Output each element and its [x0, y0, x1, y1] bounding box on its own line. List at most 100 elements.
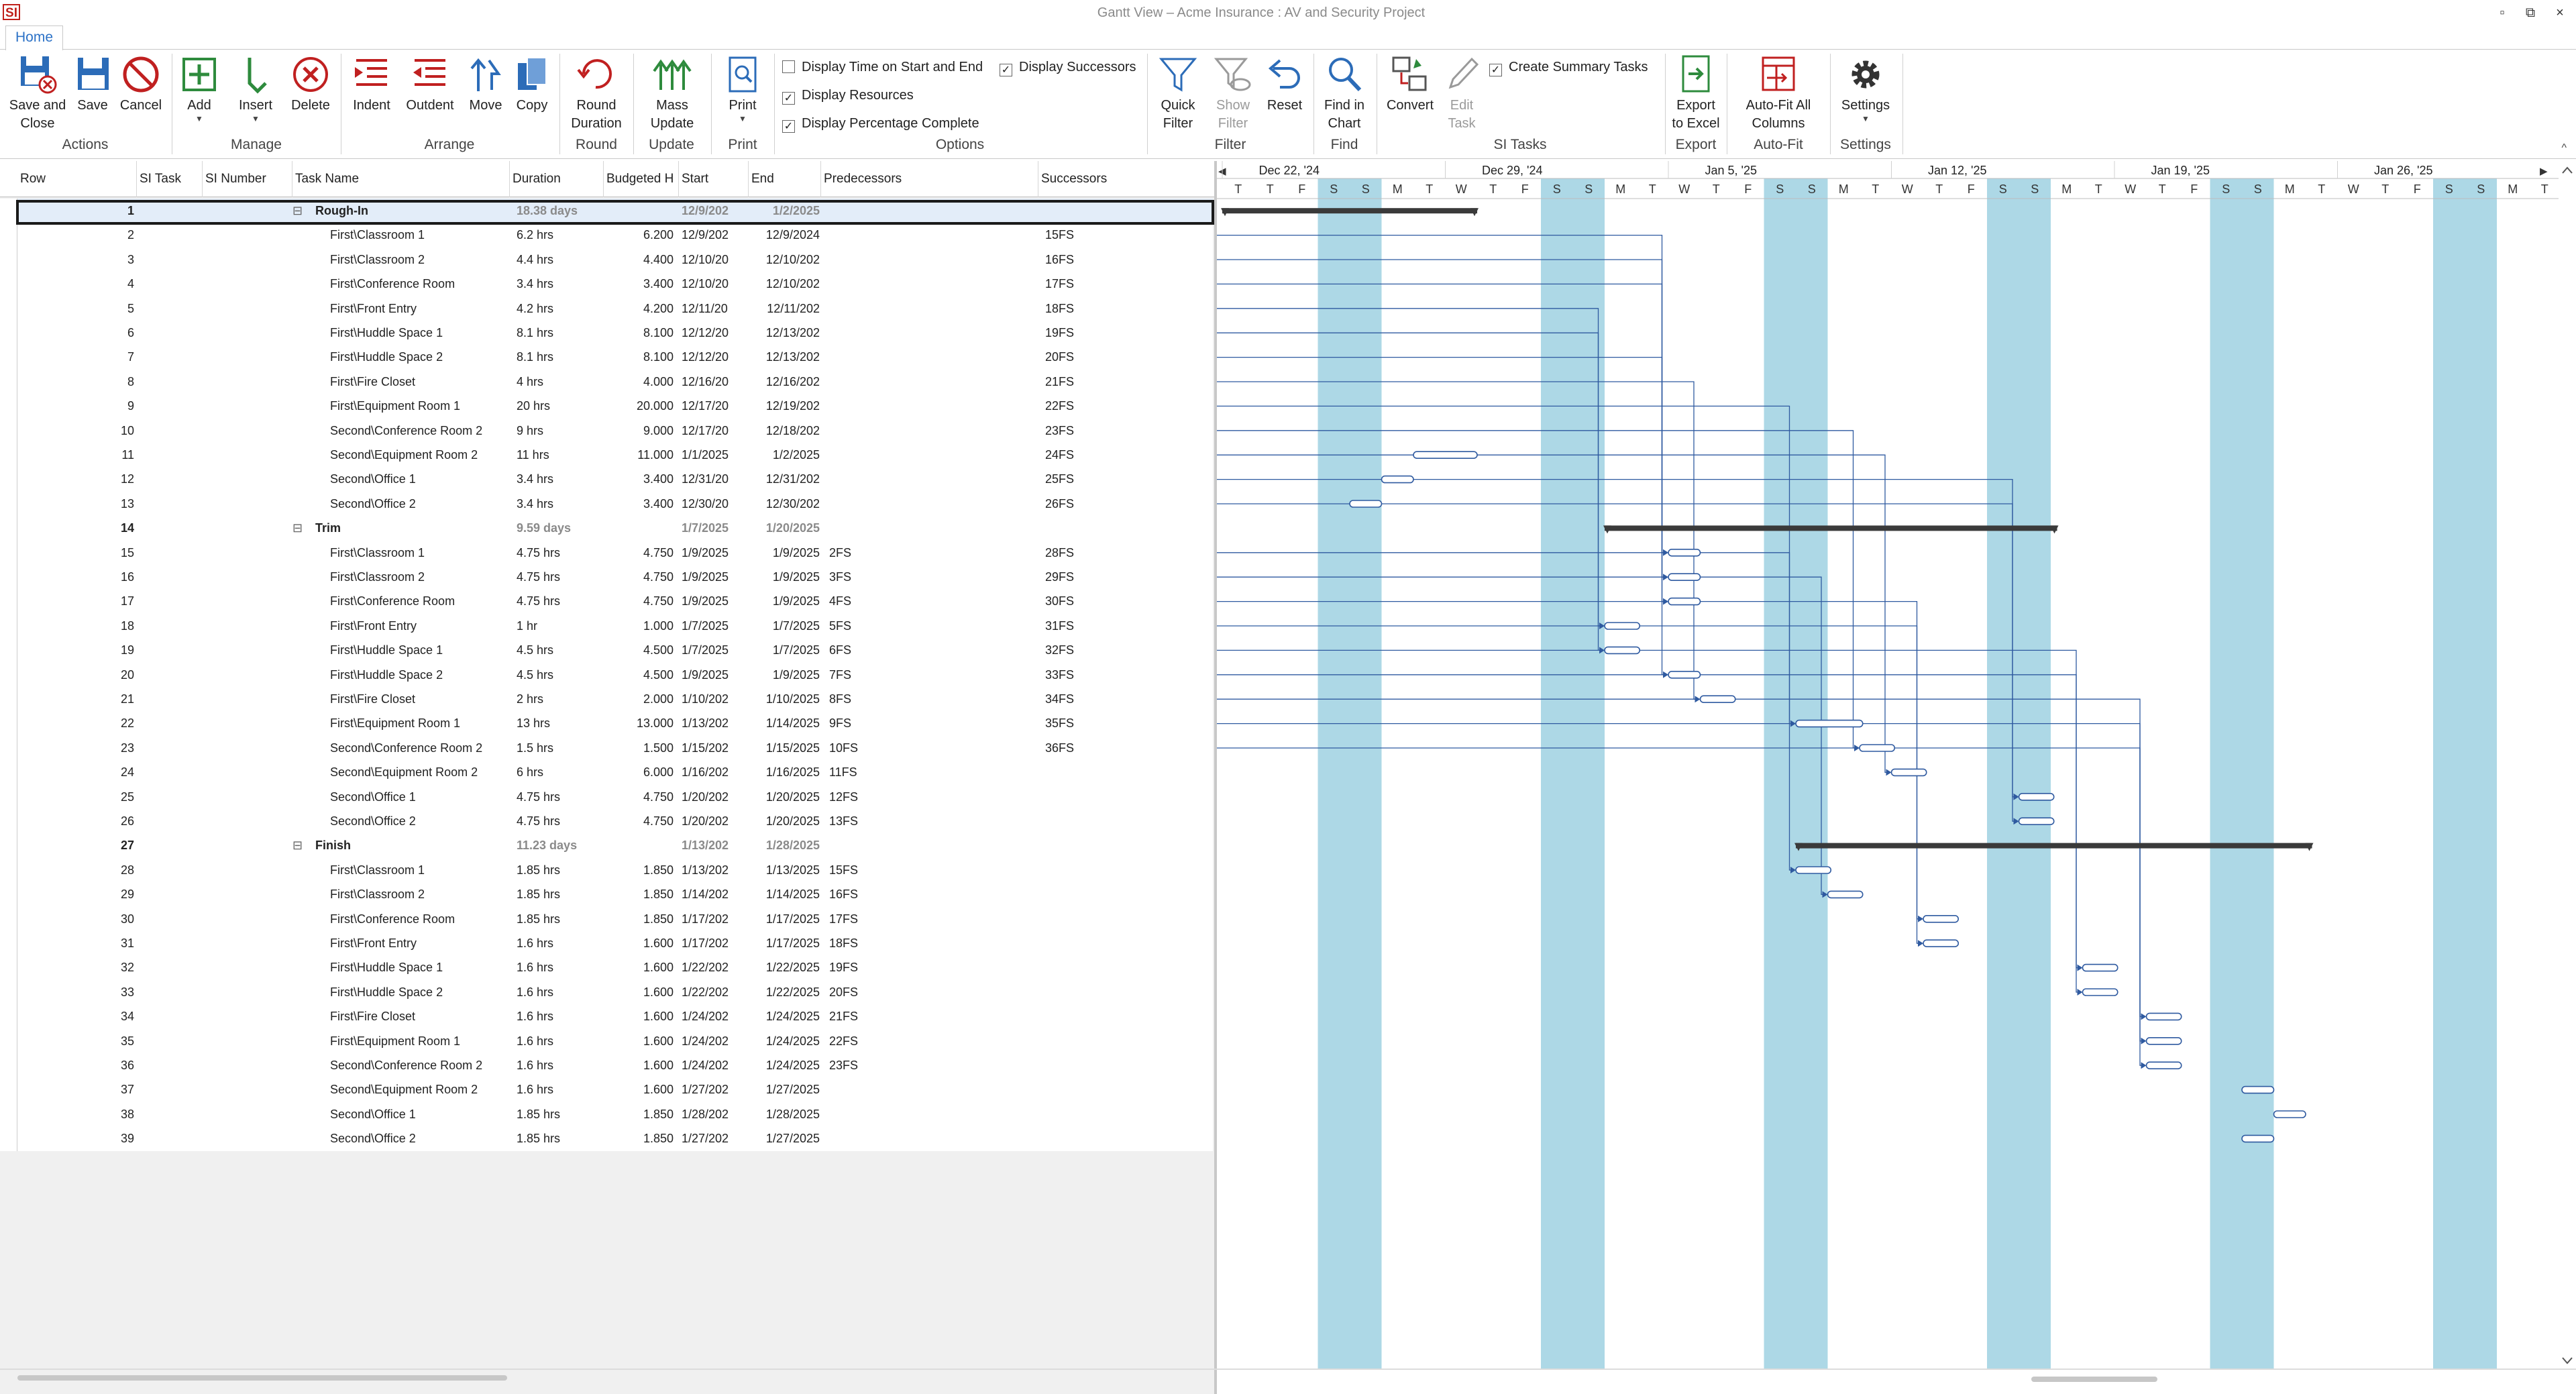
collapse-icon[interactable]: ⊟: [292, 199, 309, 223]
table-row[interactable]: 2 First\Classroom 1 6.2 hrs 6.200 12/9/202 12…: [17, 223, 1213, 248]
table-row[interactable]: 22 First\Equipment Room 1 13 hrs 13.000 1/13…: [17, 711, 1213, 736]
table-row[interactable]: 8 First\Fire Closet 4 hrs 4.000 12/16/20 12/1…: [17, 369, 1213, 394]
ribbon-collapse-icon[interactable]: ^: [2561, 142, 2567, 154]
option-display-time[interactable]: Display Time on Start and End: [782, 58, 983, 76]
predecessors-cell: [829, 516, 1030, 540]
table-row[interactable]: 24 Second\Equipment Room 2 6 hrs 6.000 1/16/…: [17, 760, 1213, 785]
end-cell: 1/22/2025: [765, 961, 820, 975]
column-header-duration[interactable]: Duration: [510, 161, 604, 197]
mass-update-button[interactable]: Mass Update: [639, 54, 706, 133]
table-row[interactable]: 3 First\Classroom 2 4.4 hrs 4.400 12/10/20 12…: [17, 247, 1213, 272]
show-filter-button[interactable]: Show Filter: [1208, 54, 1258, 133]
close-button[interactable]: ×: [2546, 3, 2573, 23]
gantt-horizontal-scrollbar[interactable]: [2031, 1377, 2157, 1382]
save-button[interactable]: Save: [72, 54, 113, 115]
checkbox-display-successors[interactable]: ✓: [1000, 64, 1012, 76]
round-duration-button[interactable]: Round Duration: [564, 54, 629, 133]
column-header-si-number[interactable]: SI Number: [203, 161, 292, 197]
checkbox-display-percent[interactable]: ✓: [782, 120, 795, 133]
column-header-row[interactable]: Row: [17, 161, 137, 197]
collapse-icon[interactable]: ⊟: [292, 833, 309, 857]
table-row[interactable]: 11 Second\Equipment Room 2 11 hrs 11.000 1/1…: [17, 443, 1213, 468]
copy-button[interactable]: Copy: [510, 54, 554, 115]
option-display-resources[interactable]: ✓ Display Resources: [782, 86, 914, 105]
add-button[interactable]: Add ▼: [176, 54, 223, 123]
reset-button[interactable]: Reset: [1263, 54, 1307, 115]
insert-button[interactable]: Insert ▼: [231, 54, 280, 123]
table-row[interactable]: 39 Second\Office 2 1.85 hrs 1.850 1/27/202 1/…: [17, 1126, 1213, 1151]
table-row[interactable]: 23 Second\Conference Room 2 1.5 hrs 1.500 1/…: [17, 735, 1213, 761]
table-row[interactable]: 15 First\Classroom 1 4.75 hrs 4.750 1/9/2025…: [17, 540, 1213, 565]
column-header-predecessors[interactable]: Predecessors: [821, 161, 1038, 197]
table-row[interactable]: 38 Second\Office 1 1.85 hrs 1.850 1/28/202 1/…: [17, 1102, 1213, 1127]
table-row[interactable]: 32 First\Huddle Space 1 1.6 hrs 1.600 1/22/2…: [17, 955, 1213, 980]
cancel-button[interactable]: Cancel: [115, 54, 166, 115]
scroll-up-icon[interactable]: [2562, 166, 2573, 174]
table-row[interactable]: 25 Second\Office 1 4.75 hrs 4.750 1/20/202 1/…: [17, 784, 1213, 809]
table-row[interactable]: 19 First\Huddle Space 1 4.5 hrs 4.500 1/7/20…: [17, 638, 1213, 663]
end-cell: 1/7/2025: [772, 643, 820, 657]
table-row[interactable]: 34 First\Fire Closet 1.6 hrs 1.600 1/24/202 1…: [17, 1004, 1213, 1029]
settings-button[interactable]: Settings ▼: [1835, 54, 1896, 123]
row-selector-bar[interactable]: [0, 199, 17, 1151]
table-row[interactable]: 36 Second\Conference Room 2 1.6 hrs 1.600 1/…: [17, 1053, 1213, 1078]
table-row[interactable]: 35 First\Equipment Room 1 1.6 hrs 1.600 1/24…: [17, 1028, 1213, 1053]
tab-home[interactable]: Home: [5, 25, 63, 50]
table-row[interactable]: 6 First\Huddle Space 1 8.1 hrs 8.100 12/12/2…: [17, 321, 1213, 345]
day-label: T: [1935, 182, 1943, 196]
column-header-start[interactable]: Start: [679, 161, 749, 197]
table-row[interactable]: 26 Second\Office 2 4.75 hrs 4.750 1/20/202 1/…: [17, 809, 1213, 834]
grid-horizontal-scrollbar[interactable]: [17, 1375, 507, 1381]
scroll-down-icon[interactable]: [2562, 1357, 2573, 1364]
checkbox-display-time[interactable]: [782, 60, 795, 73]
table-row[interactable]: 1 ⊟ Rough-In 18.38 days 12/9/202 1/2/2025: [17, 199, 1213, 223]
table-row[interactable]: 37 Second\Equipment Room 2 1.6 hrs 1.600 1/2…: [17, 1077, 1213, 1102]
quick-filter-button[interactable]: Quick Filter: [1151, 54, 1205, 133]
delete-button[interactable]: Delete: [286, 54, 335, 115]
column-header-end[interactable]: End: [749, 161, 821, 197]
move-button[interactable]: Move: [463, 54, 508, 115]
outdent-button[interactable]: Outdent: [401, 54, 459, 115]
column-header-budgeted-hours[interactable]: Budgeted H: [604, 161, 679, 197]
autofit-columns-button[interactable]: Auto-Fit All Columns: [1732, 54, 1825, 133]
table-row[interactable]: 13 Second\Office 2 3.4 hrs 3.400 12/30/20 12/…: [17, 491, 1213, 517]
table-row[interactable]: 4 First\Conference Room 3.4 hrs 3.400 12/10/…: [17, 272, 1213, 297]
table-row[interactable]: 30 First\Conference Room 1.85 hrs 1.850 1/17…: [17, 906, 1213, 931]
minimize-button[interactable]: ▫: [2489, 3, 2516, 23]
option-create-summary[interactable]: ✓ Create Summary Tasks: [1489, 58, 1648, 76]
export-to-excel-button[interactable]: Export to Excel: [1669, 54, 1723, 133]
option-display-percent[interactable]: ✓ Display Percentage Complete: [782, 114, 979, 133]
table-row[interactable]: 28 First\Classroom 1 1.85 hrs 1.850 1/13/202…: [17, 857, 1213, 883]
table-row[interactable]: 9 First\Equipment Room 1 20 hrs 20.000 12/17…: [17, 394, 1213, 419]
find-in-chart-button[interactable]: Find in Chart: [1318, 54, 1371, 133]
restore-button[interactable]: ⧉: [2517, 3, 2544, 23]
checkbox-display-resources[interactable]: ✓: [782, 92, 795, 105]
column-header-task-name[interactable]: Task Name: [292, 161, 510, 197]
table-row[interactable]: 17 First\Conference Room 4.75 hrs 4.750 1/9/…: [17, 589, 1213, 614]
collapse-icon[interactable]: ⊟: [292, 516, 309, 540]
column-header-si-task[interactable]: SI Task: [137, 161, 203, 197]
print-button[interactable]: Print ▼: [716, 54, 769, 123]
autofit-columns-label: Auto-Fit All Columns: [1746, 98, 1811, 131]
table-row[interactable]: 5 First\Front Entry 4.2 hrs 4.200 12/11/20 12…: [17, 296, 1213, 321]
table-row[interactable]: 27 ⊟ Finish 11.23 days 1/13/202 1/28/2025: [17, 833, 1213, 858]
table-row[interactable]: 16 First\Classroom 2 4.75 hrs 4.750 1/9/2025…: [17, 565, 1213, 590]
save-and-close-button[interactable]: Save and Close: [4, 54, 71, 133]
table-row[interactable]: 29 First\Classroom 2 1.85 hrs 1.850 1/14/202…: [17, 882, 1213, 907]
table-row[interactable]: 14 ⊟ Trim 9.59 days 1/7/2025 1/20/2025: [17, 516, 1213, 541]
table-row[interactable]: 21 First\Fire Closet 2 hrs 2.000 1/10/202 1/1…: [17, 687, 1213, 712]
table-row[interactable]: 12 Second\Office 1 3.4 hrs 3.400 12/31/20 12/…: [17, 467, 1213, 492]
table-row[interactable]: 31 First\Front Entry 1.6 hrs 1.600 1/17/202 1…: [17, 931, 1213, 956]
column-header-successors[interactable]: Successors: [1038, 161, 1214, 197]
convert-button[interactable]: Convert: [1382, 54, 1438, 115]
indent-button[interactable]: Indent: [345, 54, 398, 115]
table-row[interactable]: 18 First\Front Entry 1 hr 1.000 1/7/2025 1/7/…: [17, 613, 1213, 639]
table-row[interactable]: 33 First\Huddle Space 2 1.6 hrs 1.600 1/22/2…: [17, 979, 1213, 1005]
gantt-vertical-scrollbar[interactable]: [2559, 161, 2576, 1370]
table-row[interactable]: 20 First\Huddle Space 2 4.5 hrs 4.500 1/9/20…: [17, 662, 1213, 687]
table-row[interactable]: 7 First\Huddle Space 2 8.1 hrs 8.100 12/12/2…: [17, 345, 1213, 370]
edit-task-button[interactable]: Edit Task: [1440, 54, 1484, 133]
table-row[interactable]: 10 Second\Conference Room 2 9 hrs 9.000 12/1…: [17, 418, 1213, 443]
option-display-successors[interactable]: ✓ Display Successors: [1000, 58, 1136, 76]
checkbox-create-summary[interactable]: ✓: [1489, 64, 1502, 76]
